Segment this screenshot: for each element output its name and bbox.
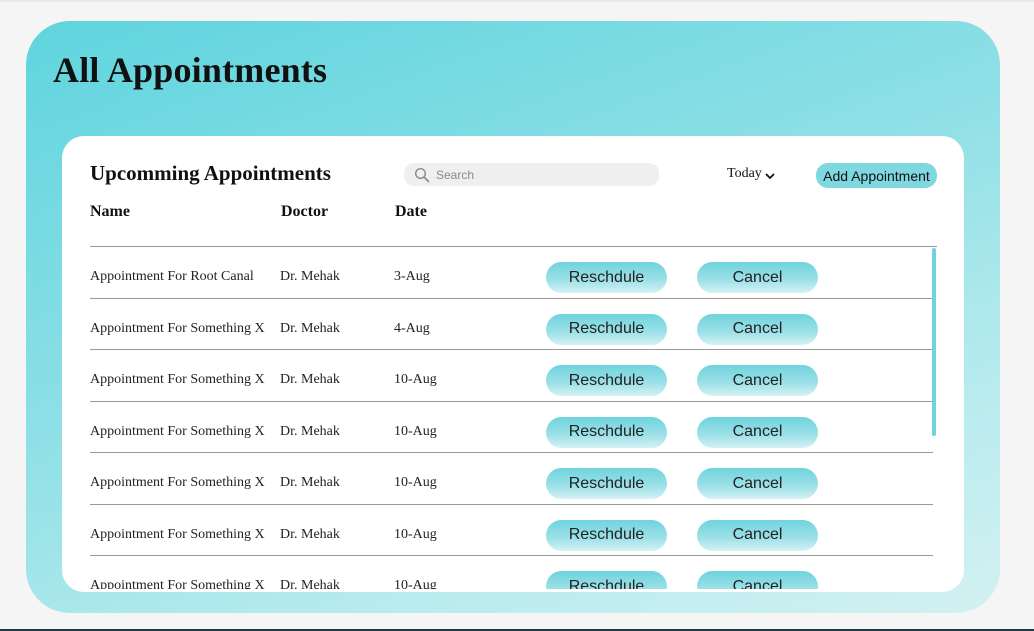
appointment-name: Appointment For Root Canal bbox=[90, 269, 254, 284]
cancel-button[interactable]: Cancel bbox=[697, 313, 818, 345]
search-icon bbox=[414, 167, 430, 182]
add-appointment-button[interactable]: Add Appointment bbox=[816, 163, 937, 188]
table-header: Name Doctor Date bbox=[90, 203, 938, 223]
appointment-date: 3-Aug bbox=[394, 269, 430, 284]
appointment-name: Appointment For Something X bbox=[90, 475, 265, 490]
appointments-card: Upcomming Appointments Today Add Appoint… bbox=[62, 136, 964, 592]
appointment-date: 10-Aug bbox=[394, 475, 437, 490]
appointment-date: 10-Aug bbox=[394, 526, 437, 542]
date-filter-dropdown[interactable]: Today bbox=[727, 166, 775, 182]
table-row: Appointment For Something X Dr. Mehak 10… bbox=[90, 402, 933, 453]
appointment-doctor: Dr. Mehak bbox=[280, 475, 340, 490]
appointment-date: 10-Aug bbox=[394, 423, 437, 439]
chevron-down-icon bbox=[765, 172, 775, 179]
search-input[interactable] bbox=[436, 167, 636, 182]
appointments-list[interactable]: Appointment For Root Canal Dr. Mehak 3-A… bbox=[90, 247, 933, 589]
reschedule-button[interactable]: Reschdule bbox=[546, 313, 667, 345]
cancel-button[interactable]: Cancel bbox=[697, 262, 818, 293]
appointment-doctor: Dr. Mehak bbox=[280, 526, 340, 542]
appointment-name: Appointment For Something X bbox=[90, 423, 265, 439]
appointment-date: 10-Aug bbox=[394, 578, 437, 589]
appointment-doctor: Dr. Mehak bbox=[280, 320, 340, 336]
app-page: All Appointments Upcomming Appointments … bbox=[0, 0, 1034, 631]
reschedule-button[interactable]: Reschdule bbox=[546, 416, 667, 448]
reschedule-button[interactable]: Reschdule bbox=[546, 571, 667, 589]
cancel-button[interactable]: Cancel bbox=[697, 468, 818, 499]
date-filter-label: Today bbox=[727, 166, 762, 181]
appointment-doctor: Dr. Mehak bbox=[280, 578, 340, 589]
appointment-name: Appointment For Something X bbox=[90, 526, 265, 542]
cancel-button[interactable]: Cancel bbox=[697, 571, 818, 589]
table-row: Appointment For Root Canal Dr. Mehak 3-A… bbox=[90, 247, 933, 299]
table-row: Appointment For Something X Dr. Mehak 10… bbox=[90, 556, 933, 589]
appointment-name: Appointment For Something X bbox=[90, 320, 265, 336]
column-header-name: Name bbox=[90, 203, 130, 220]
cancel-button[interactable]: Cancel bbox=[697, 519, 818, 551]
table-row: Appointment For Something X Dr. Mehak 10… bbox=[90, 505, 933, 556]
reschedule-button[interactable]: Reschdule bbox=[546, 468, 667, 499]
search-box[interactable] bbox=[404, 163, 659, 186]
table-row: Appointment For Something X Dr. Mehak 10… bbox=[90, 350, 933, 402]
card-title: Upcomming Appointments bbox=[90, 161, 331, 185]
cancel-button[interactable]: Cancel bbox=[697, 365, 818, 396]
appointment-doctor: Dr. Mehak bbox=[280, 423, 340, 439]
appointment-name: Appointment For Something X bbox=[90, 372, 265, 387]
appointment-date: 4-Aug bbox=[394, 320, 430, 336]
appointment-doctor: Dr. Mehak bbox=[280, 372, 340, 387]
appointment-name: Appointment For Something X bbox=[90, 578, 265, 589]
page-title: All Appointments bbox=[53, 50, 328, 90]
reschedule-button[interactable]: Reschdule bbox=[546, 365, 667, 396]
column-header-doctor: Doctor bbox=[281, 203, 329, 220]
reschedule-button[interactable]: Reschdule bbox=[546, 519, 667, 551]
cancel-button[interactable]: Cancel bbox=[697, 416, 818, 448]
reschedule-button[interactable]: Reschdule bbox=[546, 262, 667, 293]
list-scrollbar[interactable] bbox=[932, 248, 936, 436]
appointment-doctor: Dr. Mehak bbox=[280, 269, 340, 284]
appointments-panel: All Appointments Upcomming Appointments … bbox=[26, 21, 1000, 613]
column-header-date: Date bbox=[395, 203, 427, 220]
table-row: Appointment For Something X Dr. Mehak 4-… bbox=[90, 299, 933, 350]
table-row: Appointment For Something X Dr. Mehak 10… bbox=[90, 453, 933, 505]
appointment-date: 10-Aug bbox=[394, 372, 437, 387]
